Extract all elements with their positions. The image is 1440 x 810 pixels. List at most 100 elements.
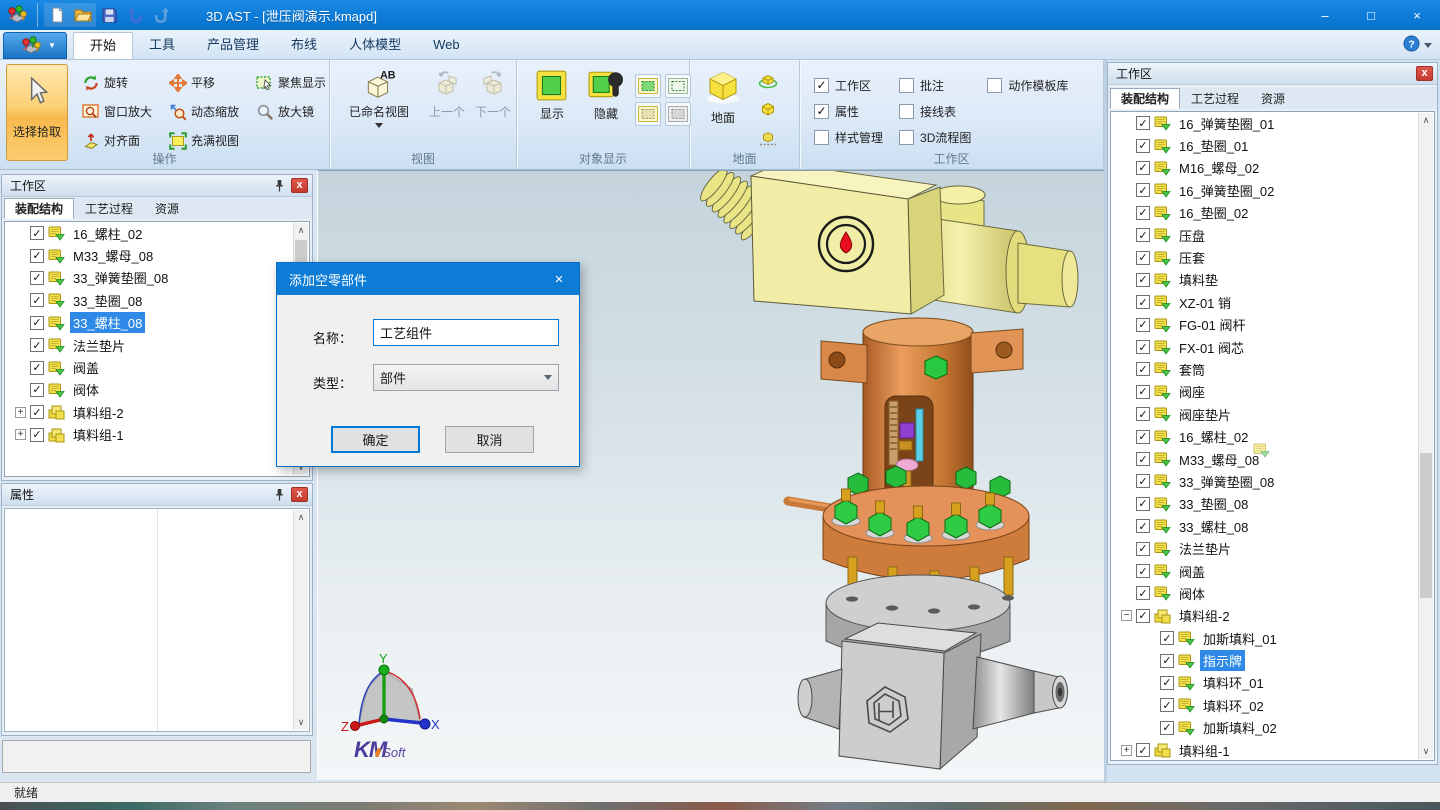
tree-checkbox-icon[interactable] [30,271,44,285]
tree-checkbox-icon[interactable] [1136,474,1150,488]
cancel-button[interactable]: 取消 [445,426,534,453]
tree-checkbox-icon[interactable] [1136,542,1150,556]
checkbox-icon[interactable] [899,78,914,93]
scroll-up-icon[interactable]: ∧ [1419,113,1433,128]
workspace-checkbox[interactable]: 属性 [814,98,883,124]
tree-checkbox-icon[interactable] [30,361,44,375]
scroll-down-icon[interactable]: ∨ [294,715,308,730]
ribbon-small-button[interactable]: 窗口放大 [76,97,157,126]
tree-checkbox-icon[interactable] [1136,228,1150,242]
tree-item[interactable]: 填料组-1 [1111,739,1434,761]
ribbon-small-button[interactable]: 放大镜 [250,97,331,126]
scrollbar[interactable]: ∧ ∨ [1418,113,1433,759]
ok-button[interactable]: 确定 [331,426,420,453]
tree-checkbox-icon[interactable] [30,293,44,307]
tree-item[interactable]: 阀体 [5,379,309,401]
ribbon-tab[interactable]: 布线 [275,32,333,59]
tree-checkbox-icon[interactable] [30,338,44,352]
tree-checkbox-icon[interactable] [1136,206,1150,220]
tree-checkbox-icon[interactable] [1136,452,1150,466]
ribbon-small-button[interactable]: 平移 [163,68,244,97]
panel-close-button[interactable]: x [291,487,308,502]
tree-checkbox-icon[interactable] [1136,609,1150,623]
tree-item[interactable]: 33_弹簧垫圈_08 [1111,470,1434,492]
tree-item[interactable]: 指示牌 [1111,649,1434,671]
name-input[interactable] [373,319,559,346]
tree-item[interactable]: 法兰垫片 [1111,537,1434,559]
tree-checkbox-icon[interactable] [1136,161,1150,175]
minimize-button[interactable]: – [1302,0,1348,30]
ribbon-tab[interactable]: 人体模型 [333,32,417,59]
tree-item[interactable]: M16_螺母_02 [1111,157,1434,179]
tree-checkbox-icon[interactable] [1136,273,1150,287]
tree-item[interactable]: 33_螺柱_08 [1111,515,1434,537]
object-display-small-button[interactable] [665,74,691,98]
tree-item[interactable]: 压套 [1111,246,1434,268]
quick-access-button[interactable] [122,3,148,27]
tree-item[interactable]: 加斯填料_01 [1111,627,1434,649]
panel-tab[interactable]: 资源 [144,198,190,219]
ribbon-tab[interactable]: 产品管理 [191,32,275,59]
tree-checkbox-icon[interactable] [1136,362,1150,376]
tree-item[interactable]: 压盘 [1111,224,1434,246]
tree-checkbox-icon[interactable] [1136,183,1150,197]
tree-checkbox-icon[interactable] [30,226,44,240]
object-display-small-button[interactable] [635,74,661,98]
tree-checkbox-icon[interactable] [1136,519,1150,533]
tree-item[interactable]: 16_弹簧垫圈_01 [1111,112,1434,134]
quick-access-button[interactable] [44,3,70,27]
tree-item[interactable]: 填料环_01 [1111,672,1434,694]
tree-checkbox-icon[interactable] [1160,721,1174,735]
hide-button[interactable]: 隐藏 [581,64,631,122]
tree-checkbox-icon[interactable] [30,383,44,397]
ribbon-tab[interactable]: Web [417,32,476,59]
tree-item[interactable]: 阀座 [1111,381,1434,403]
ribbon-small-button[interactable]: 动态缩放 [163,97,244,126]
next-view-button[interactable]: 下一个 [470,64,516,120]
tree-checkbox-icon[interactable] [30,249,44,263]
tree-checkbox-icon[interactable] [1136,251,1150,265]
checkbox-icon[interactable] [899,130,914,145]
tree-item[interactable]: 加斯填料_02 [1111,717,1434,739]
dialog-close-button[interactable]: × [539,263,579,295]
close-button[interactable]: × [1394,0,1440,30]
tree-item[interactable]: 33_垫圈_08 [5,289,309,311]
tree-checkbox-icon[interactable] [1136,295,1150,309]
tree-expander-icon[interactable] [15,407,26,418]
ground-small-button[interactable] [756,126,780,150]
workspace-checkbox[interactable]: 接线表 [899,98,971,124]
maximize-button[interactable]: □ [1348,0,1394,30]
show-button[interactable]: 显示 [527,64,577,122]
workspace-checkbox[interactable]: 3D流程图 [899,124,971,150]
ribbon-small-button[interactable]: 旋转 [76,68,157,97]
tree-item[interactable]: 33_螺柱_08 [5,312,309,334]
checkbox-icon[interactable] [814,130,829,145]
checkbox-icon[interactable] [899,104,914,119]
tree-expander-icon[interactable] [1121,610,1132,621]
scrollbar-thumb[interactable] [1420,453,1432,598]
tree-checkbox-icon[interactable] [1136,497,1150,511]
tree-item[interactable]: FX-01 阀芯 [1111,336,1434,358]
panel-tab[interactable]: 工艺过程 [74,198,144,219]
tree-checkbox-icon[interactable] [1160,698,1174,712]
help-icon[interactable]: ? [1403,35,1420,55]
tree-item[interactable]: 33_弹簧垫圈_08 [5,267,309,289]
tree-item[interactable]: 填料垫 [1111,269,1434,291]
tree-item[interactable]: 阀盖 [5,356,309,378]
quick-access-button[interactable] [148,3,174,27]
tree-checkbox-icon[interactable] [1136,743,1150,757]
tree-checkbox-icon[interactable] [1160,676,1174,690]
tree-expander-icon[interactable] [15,429,26,440]
panel-close-button[interactable]: x [291,178,308,193]
panel-close-button[interactable]: x [1416,66,1433,81]
tree-item[interactable]: 阀座垫片 [1111,403,1434,425]
tree-checkbox-icon[interactable] [1136,564,1150,578]
object-display-small-button[interactable] [635,102,661,126]
tree-checkbox-icon[interactable] [1160,631,1174,645]
tree-item[interactable]: FG-01 阀杆 [1111,314,1434,336]
panel-tab[interactable]: 工艺过程 [1180,88,1250,109]
scroll-down-icon[interactable]: ∨ [1419,744,1433,759]
app-menu-button[interactable]: ▼ [3,32,67,59]
type-dropdown[interactable]: 部件 [373,364,559,391]
ground-small-button[interactable] [756,97,780,121]
